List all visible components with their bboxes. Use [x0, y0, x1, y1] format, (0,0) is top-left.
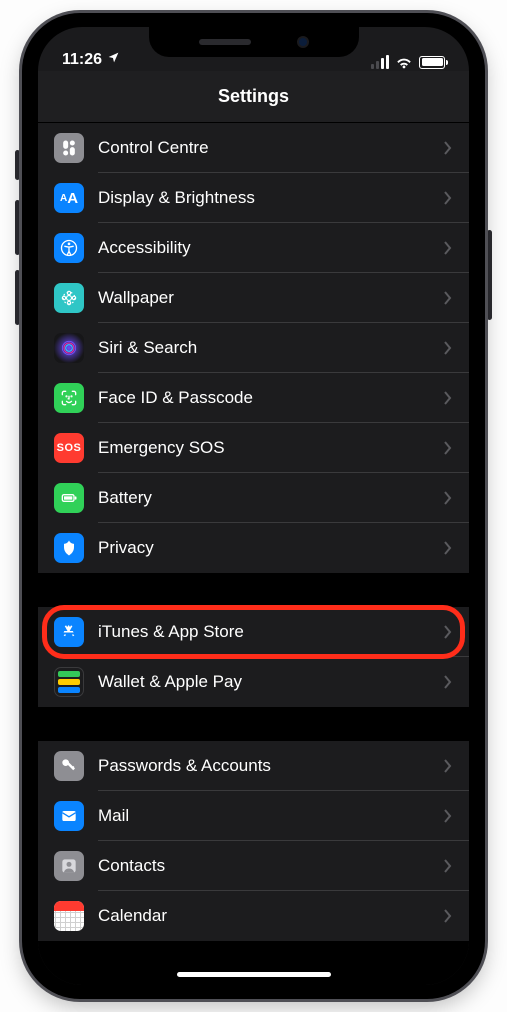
chevron-right-icon: [443, 391, 453, 405]
status-right: [371, 55, 445, 69]
wallpaper-icon: [54, 283, 84, 313]
cell-wallpaper[interactable]: Wallpaper: [38, 273, 469, 323]
cell-face-id[interactable]: Face ID & Passcode: [38, 373, 469, 423]
cell-label: Control Centre: [98, 138, 429, 158]
cell-mail[interactable]: Mail: [38, 791, 469, 841]
control-centre-icon: [54, 133, 84, 163]
cell-itunes-app-store[interactable]: iTunes & App Store: [38, 607, 469, 657]
cell-display-brightness[interactable]: AA Display & Brightness: [38, 173, 469, 223]
cell-privacy[interactable]: Privacy: [38, 523, 469, 573]
face-id-icon: [54, 383, 84, 413]
cell-control-centre[interactable]: Control Centre: [38, 123, 469, 173]
calendar-icon: [54, 901, 84, 931]
volume-up-button: [15, 200, 20, 255]
key-icon: [54, 751, 84, 781]
cell-battery[interactable]: Battery: [38, 473, 469, 523]
cell-label: Mail: [98, 806, 429, 826]
chevron-right-icon: [443, 625, 453, 639]
battery-icon: [54, 483, 84, 513]
cell-calendar[interactable]: Calendar: [38, 891, 469, 941]
chevron-right-icon: [443, 341, 453, 355]
cell-label: Passwords & Accounts: [98, 756, 429, 776]
battery-icon: [419, 56, 445, 69]
cell-label: Wallpaper: [98, 288, 429, 308]
volume-down-button: [15, 270, 20, 325]
cell-label: Battery: [98, 488, 429, 508]
device-body: 11:26 Settings: [22, 13, 485, 999]
chevron-right-icon: [443, 759, 453, 773]
settings-group: iTunes & App Store Wallet & Apple Pay: [38, 607, 469, 707]
settings-group: Passwords & Accounts Mail: [38, 741, 469, 941]
cell-label: iTunes & App Store: [98, 622, 429, 642]
chevron-right-icon: [443, 909, 453, 923]
chevron-right-icon: [443, 491, 453, 505]
cell-accessibility[interactable]: Accessibility: [38, 223, 469, 273]
mail-icon: [54, 801, 84, 831]
chevron-right-icon: [443, 191, 453, 205]
cell-label: Face ID & Passcode: [98, 388, 429, 408]
cellular-icon: [371, 55, 389, 69]
chevron-right-icon: [443, 441, 453, 455]
cell-siri-search[interactable]: Siri & Search: [38, 323, 469, 373]
home-indicator[interactable]: [177, 972, 331, 977]
notch: [149, 27, 359, 57]
nav-header: Settings: [38, 71, 469, 123]
chevron-right-icon: [443, 291, 453, 305]
settings-list[interactable]: Control Centre AA Display & Brightness: [38, 123, 469, 985]
cell-contacts[interactable]: Contacts: [38, 841, 469, 891]
chevron-right-icon: [443, 859, 453, 873]
chevron-right-icon: [443, 141, 453, 155]
silent-switch: [15, 150, 20, 180]
wifi-icon: [395, 55, 413, 69]
app-store-icon: [54, 617, 84, 647]
screen: 11:26 Settings: [38, 27, 469, 985]
cell-emergency-sos[interactable]: SOS Emergency SOS: [38, 423, 469, 473]
contacts-icon: [54, 851, 84, 881]
cell-label: Wallet & Apple Pay: [98, 672, 429, 692]
page-title: Settings: [218, 86, 289, 107]
chevron-right-icon: [443, 675, 453, 689]
cell-label: Display & Brightness: [98, 188, 429, 208]
device-frame: 11:26 Settings: [0, 0, 507, 1012]
cell-passwords-accounts[interactable]: Passwords & Accounts: [38, 741, 469, 791]
chevron-right-icon: [443, 809, 453, 823]
siri-icon: [54, 333, 84, 363]
wallet-icon: [54, 667, 84, 697]
location-icon: [107, 51, 120, 69]
cell-label: Accessibility: [98, 238, 429, 258]
privacy-icon: [54, 533, 84, 563]
speaker-grille: [199, 39, 251, 45]
chevron-right-icon: [443, 241, 453, 255]
settings-group: Control Centre AA Display & Brightness: [38, 123, 469, 573]
accessibility-icon: [54, 233, 84, 263]
cell-wallet-apple-pay[interactable]: Wallet & Apple Pay: [38, 657, 469, 707]
power-button: [487, 230, 492, 320]
cell-label: Emergency SOS: [98, 438, 429, 458]
chevron-right-icon: [443, 541, 453, 555]
display-icon: AA: [54, 183, 84, 213]
cell-label: Contacts: [98, 856, 429, 876]
cell-label: Siri & Search: [98, 338, 429, 358]
sos-icon: SOS: [54, 433, 84, 463]
cell-label: Calendar: [98, 906, 429, 926]
cell-label: Privacy: [98, 538, 429, 558]
status-time: 11:26: [62, 51, 102, 69]
status-left: 11:26: [62, 51, 120, 69]
front-camera: [297, 36, 309, 48]
